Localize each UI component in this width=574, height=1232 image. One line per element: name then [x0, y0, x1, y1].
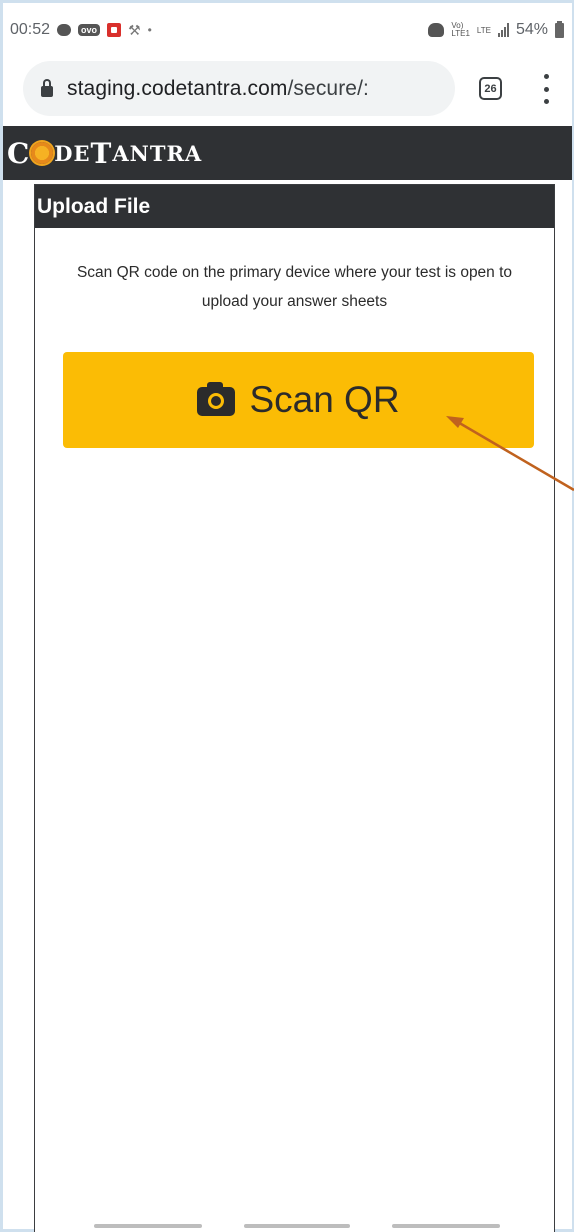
message-icon: [57, 24, 72, 36]
status-time: 00:52: [10, 21, 51, 38]
site-header: C DE T ANTRA: [3, 126, 572, 180]
codetantra-logo[interactable]: C DE T ANTRA: [7, 137, 202, 170]
browser-toolbar: staging.codetantra.com/secure/: 26: [3, 58, 572, 122]
tab-switcher-icon[interactable]: 26: [479, 77, 502, 100]
scan-instructions: Scan QR code on the primary device where…: [76, 264, 513, 310]
upload-file-card: Upload File Scan QR code on the primary …: [34, 184, 555, 1232]
signal-icon: [497, 23, 509, 37]
url-domain: staging.codetantra.com: [67, 76, 288, 100]
card-title: Upload File: [35, 185, 554, 228]
more-notifications-dot-icon: •: [147, 23, 152, 37]
url-text[interactable]: staging.codetantra.com/secure/:: [67, 77, 369, 101]
network-type-label: LTE: [476, 25, 491, 35]
overflow-menu-icon[interactable]: [541, 74, 551, 104]
volte-bottom-text: LTE1: [451, 29, 470, 38]
camera-icon: [197, 381, 236, 416]
scan-qr-button[interactable]: Scan QR: [63, 352, 534, 448]
system-nav-bar: [0, 1218, 574, 1232]
battery-icon: [555, 20, 564, 38]
nav-home-handle[interactable]: [244, 1224, 350, 1228]
battery-percent: 54%: [515, 21, 548, 38]
status-left: 00:52 ovo ⚒ •: [10, 21, 152, 39]
lock-icon[interactable]: [41, 78, 53, 97]
status-bar: 00:52 ovo ⚒ • Vo) LTE1 LTE 54%: [10, 8, 564, 52]
nav-back-handle[interactable]: [392, 1224, 500, 1228]
tool-icon: ⚒: [128, 21, 141, 38]
url-path: /secure/:: [287, 76, 369, 100]
status-right: Vo) LTE1 LTE 54%: [428, 20, 564, 39]
ovo-icon: ovo: [78, 24, 101, 36]
scan-qr-label: Scan QR: [249, 379, 400, 420]
nav-recents-handle[interactable]: [94, 1224, 202, 1228]
volte-icon: Vo) LTE1: [451, 22, 470, 38]
address-bar[interactable]: staging.codetantra.com/secure/:: [23, 61, 455, 116]
sun-logo-icon: [31, 142, 54, 164]
notification-app-icon: [107, 23, 122, 37]
alarm-icon: [428, 23, 445, 37]
